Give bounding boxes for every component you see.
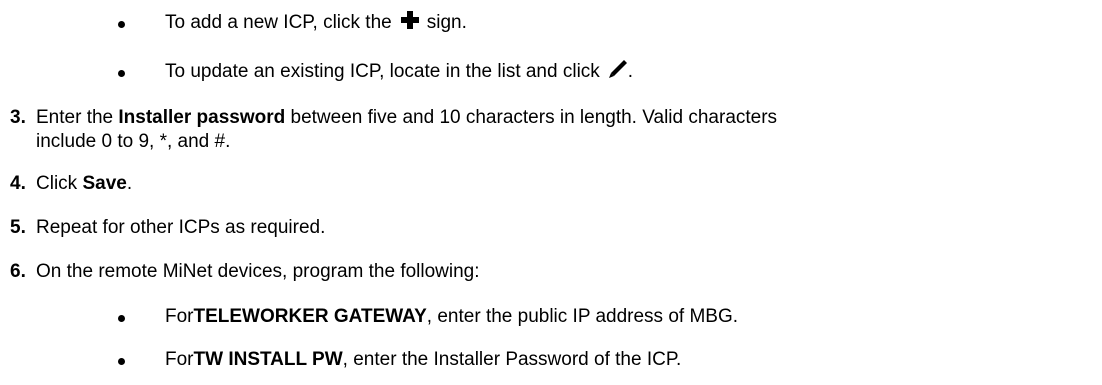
step-text-pre: Click	[36, 173, 83, 194]
step-number: 4.	[10, 173, 26, 194]
bullet-tw-install-pw: For TW INSTALL PW, enter the Installer P…	[118, 349, 681, 371]
step-5: 5. Repeat for other ICPs as required.	[10, 216, 1095, 240]
step-text-pre: Enter the	[36, 107, 119, 128]
bullet-text-before: To add a new ICP, click the	[165, 12, 392, 33]
step-text: On the remote MiNet devices, program the…	[36, 261, 480, 282]
step-3: 3. Enter the Installer password between f…	[10, 106, 1095, 154]
bullet-add-icp: To add a new ICP, click the sign.	[118, 10, 467, 36]
pencil-icon	[608, 59, 628, 85]
bullet-dot	[118, 69, 125, 77]
bullet-text-after: .	[627, 61, 634, 82]
bullet-dot	[118, 357, 125, 365]
plus-icon	[400, 10, 420, 36]
bullet-dot	[118, 20, 125, 28]
step-text-post: between five and 10 characters in length…	[285, 107, 778, 128]
bullet-dot	[118, 314, 125, 322]
step-number: 6.	[10, 261, 26, 282]
document-page: To add a new ICP, click the sign. To upd…	[0, 0, 1102, 385]
bullet-update-icp: To update an existing ICP, locate in the…	[118, 59, 633, 85]
bullet-text-bold: TW INSTALL PW	[193, 349, 343, 370]
step-number: 3.	[10, 107, 26, 128]
step-4: 4. Click Save.	[10, 172, 1095, 196]
bullet-teleworker-gateway: For TELEWORKER GATEWAY, enter the public…	[118, 306, 738, 328]
step-text-bold: Installer password	[118, 107, 286, 128]
step-number: 5.	[10, 217, 26, 238]
bullet-text-after: sign.	[426, 12, 467, 33]
bullet-text-pre: For	[165, 349, 194, 370]
step-text-line2: include 0 to 9, *, and #.	[36, 131, 231, 152]
bullet-text-post: , enter the public IP address of MBG.	[426, 306, 738, 327]
bullet-text-post: , enter the Installer Password of the IC…	[342, 349, 682, 370]
step-text-bold: Save	[82, 173, 127, 194]
step-6: 6. On the remote MiNet devices, program t…	[10, 260, 1095, 284]
step-text-post: .	[126, 173, 133, 194]
step-text: Repeat for other ICPs as required.	[36, 217, 326, 238]
bullet-text-before: To update an existing ICP, locate in the…	[165, 61, 600, 82]
bullet-text-bold: TELEWORKER GATEWAY	[193, 306, 427, 327]
bullet-text-pre: For	[165, 306, 194, 327]
